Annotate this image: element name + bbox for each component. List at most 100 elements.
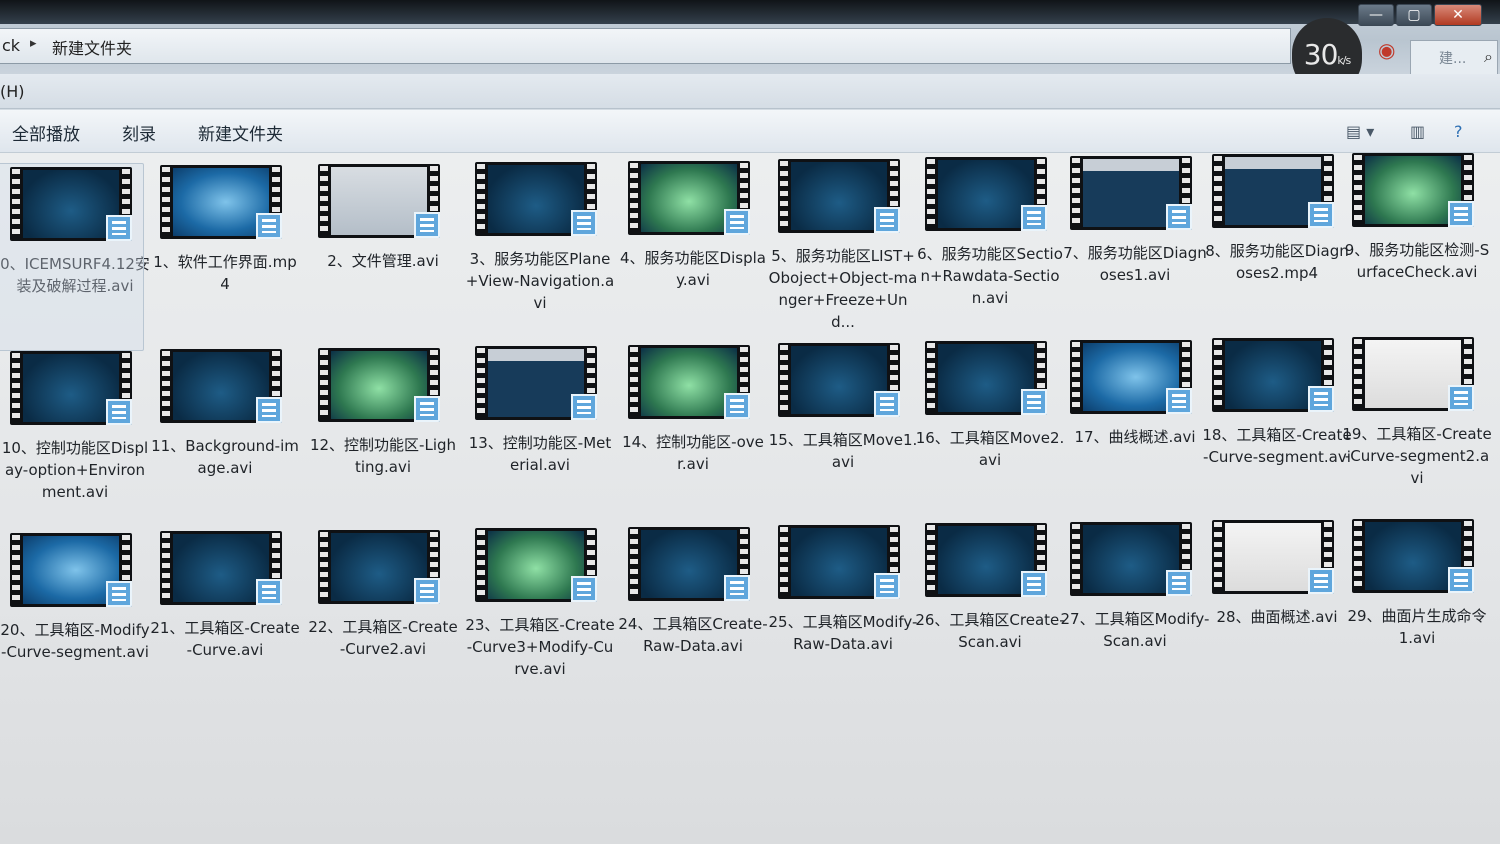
video-thumbnail[interactable] — [925, 341, 1047, 416]
search-placeholder: 建... — [1439, 51, 1467, 67]
file-name: 3、服务功能区Plane+View-Navigation.avi — [465, 250, 615, 313]
file-name: 17、曲线概述.avi — [1074, 427, 1196, 446]
file-item[interactable]: 23、工具箱区-Create-Curve3+Modify-Curve.avi — [465, 528, 615, 680]
video-frame — [173, 352, 269, 421]
video-thumbnail[interactable] — [475, 528, 597, 603]
menu-help[interactable]: (H) — [0, 82, 25, 101]
file-item[interactable]: 3、服务功能区Plane+View-Navigation.avi — [465, 162, 615, 314]
file-item[interactable]: 9、服务功能区检测-SurfaceCheck.avi — [1342, 152, 1492, 283]
file-name: 11、Background-image.avi — [151, 437, 299, 478]
preview-pane-icon[interactable]: ▥ — [1410, 122, 1425, 141]
video-thumbnail[interactable] — [1070, 521, 1192, 596]
file-item[interactable]: 14、控制功能区-over.avi — [618, 344, 768, 475]
file-item[interactable]: 16、工具箱区Move2.avi — [915, 341, 1065, 471]
file-item[interactable]: 15、工具箱区Move1.avi — [768, 343, 918, 473]
video-thumbnail[interactable] — [628, 344, 750, 419]
file-item[interactable]: 28、曲面概述.avi — [1202, 520, 1352, 628]
film-strip-left — [477, 164, 485, 235]
breadcrumb-current-folder[interactable]: 新建文件夹 — [52, 35, 132, 59]
search-input[interactable]: 建... ⌕ — [1410, 40, 1498, 76]
video-thumbnail[interactable] — [475, 346, 597, 421]
file-item[interactable]: 25、工具箱区Modify-Raw-Data.avi — [768, 525, 918, 655]
close-button[interactable]: ✕ — [1434, 4, 1482, 26]
video-thumbnail[interactable] — [10, 351, 132, 425]
file-item[interactable]: 29、曲面片生成命令1.avi — [1342, 518, 1492, 649]
video-thumbnail[interactable] — [318, 347, 440, 422]
file-item[interactable]: 6、服务功能区Section+Rawdata-Section.avi — [915, 157, 1065, 309]
video-frame — [488, 531, 584, 600]
maximize-button[interactable]: ▢ — [1396, 4, 1432, 26]
file-item[interactable]: 24、工具箱区Create-Raw-Data.avi — [618, 526, 768, 657]
film-strip-left — [12, 353, 20, 423]
video-thumbnail[interactable] — [778, 343, 900, 417]
file-item[interactable]: 12、控制功能区-Lighting.avi — [308, 347, 458, 478]
file-item[interactable]: 13、控制功能区-Meterial.avi — [465, 346, 615, 476]
file-item[interactable]: 2、文件管理.avi — [308, 163, 458, 272]
file-name: 2、文件管理.avi — [327, 251, 439, 270]
file-item[interactable]: 26、工具箱区Create-Scan.avi — [915, 523, 1065, 653]
view-options-icon[interactable]: ▤ ▾ — [1346, 122, 1374, 141]
video-thumbnail[interactable] — [778, 525, 900, 599]
video-file-icon — [1166, 569, 1192, 596]
file-item[interactable]: 11、Background-image.avi — [150, 349, 300, 479]
video-frame — [23, 536, 119, 604]
video-thumbnail[interactable] — [160, 531, 282, 606]
video-thumbnail[interactable] — [1212, 520, 1334, 595]
video-thumbnail[interactable] — [778, 159, 900, 233]
video-thumbnail[interactable] — [1352, 518, 1474, 593]
file-item[interactable]: 22、工具箱区-Create-Curve2.avi — [308, 529, 458, 660]
file-item[interactable]: 8、服务功能区Diagnoses2.mp4 — [1202, 154, 1352, 284]
video-thumbnail[interactable] — [628, 526, 750, 601]
search-icon[interactable]: ⌕ — [1484, 47, 1493, 67]
film-strip-left — [780, 527, 788, 597]
file-item[interactable]: 18、工具箱区-Create-Curve-segment.avi — [1202, 338, 1352, 468]
video-frame — [938, 344, 1034, 413]
film-strip-left — [162, 533, 170, 604]
file-item[interactable]: 0、ICEMSURF4.12安装及破解过程.avi — [0, 163, 150, 351]
video-thumbnail[interactable] — [925, 157, 1047, 232]
video-thumbnail[interactable] — [475, 162, 597, 237]
burn-button[interactable]: 刻录 — [122, 120, 156, 145]
video-thumbnail[interactable] — [1212, 338, 1334, 413]
video-thumbnail[interactable] — [160, 349, 282, 424]
command-bar: 全部播放 刻录 新建文件夹 ▤ ▾ ▥ ? — [0, 110, 1500, 153]
file-item[interactable]: 20、工具箱区-Modify-Curve-segment.avi — [0, 533, 150, 663]
video-thumbnail[interactable] — [1212, 154, 1334, 229]
breadcrumb-chevron-icon[interactable]: ▸ — [30, 36, 37, 51]
play-all-button[interactable]: 全部播放 — [12, 120, 80, 145]
file-item[interactable]: 1、软件工作界面.mp4 — [150, 165, 300, 295]
video-thumbnail[interactable] — [925, 523, 1047, 598]
film-strip-left — [320, 531, 328, 602]
file-name: 24、工具箱区Create-Raw-Data.avi — [618, 614, 768, 655]
breadcrumb-prefix[interactable]: ck — [2, 36, 20, 55]
file-item[interactable]: 5、服务功能区LIST+Oboject+Object-manger+Freeze… — [768, 159, 918, 333]
video-file-icon — [1448, 384, 1474, 411]
file-item[interactable]: 10、控制功能区Display-option+Environment.avi — [0, 351, 150, 503]
video-thumbnail[interactable] — [1352, 336, 1474, 411]
file-item[interactable]: 27、工具箱区Modify-Scan.avi — [1060, 521, 1210, 652]
minimize-button[interactable]: — — [1358, 4, 1394, 26]
video-thumbnail[interactable] — [318, 529, 440, 604]
file-item[interactable]: 19、工具箱区-Create-Curve-segment2.avi — [1342, 336, 1492, 489]
file-item[interactable]: 17、曲线概述.avi — [1060, 339, 1210, 448]
video-file-icon — [1021, 571, 1047, 598]
film-strip-left — [1354, 338, 1362, 409]
video-thumbnail[interactable] — [10, 167, 132, 241]
file-item[interactable]: 4、服务功能区Display.avi — [618, 160, 768, 291]
file-name: 26、工具箱区Create-Scan.avi — [915, 611, 1065, 652]
file-item[interactable]: 21、工具箱区-Create-Curve.avi — [150, 531, 300, 661]
video-thumbnail[interactable] — [160, 165, 282, 240]
file-name: 9、服务功能区检测-SurfaceCheck.avi — [1344, 240, 1490, 281]
video-thumbnail[interactable] — [1070, 155, 1192, 230]
help-icon[interactable]: ? — [1454, 122, 1463, 141]
video-thumbnail[interactable] — [628, 160, 750, 235]
video-thumbnail[interactable] — [1352, 152, 1474, 227]
file-item[interactable]: 7、服务功能区Diagnoses1.avi — [1060, 155, 1210, 286]
film-strip-left — [12, 535, 20, 605]
video-thumbnail[interactable] — [318, 163, 440, 238]
address-bar[interactable]: ck ▸ 新建文件夹 — [0, 28, 1291, 64]
new-folder-button[interactable]: 新建文件夹 — [198, 120, 283, 145]
video-thumbnail[interactable] — [1070, 339, 1192, 414]
video-frame — [1083, 524, 1179, 593]
video-thumbnail[interactable] — [10, 533, 132, 607]
